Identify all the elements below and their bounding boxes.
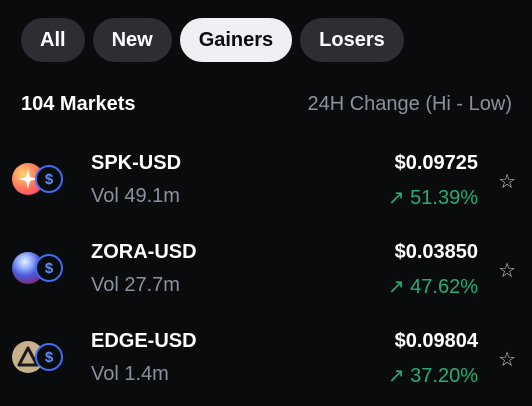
filter-tabs: All New Gainers Losers — [21, 18, 404, 62]
star-icon[interactable]: ☆ — [498, 258, 516, 283]
tab-losers[interactable]: Losers — [300, 18, 404, 62]
sort-selector[interactable]: 24H Change (Hi - Low) — [307, 93, 512, 116]
volume: Vol 49.1m — [91, 185, 180, 207]
market-row-edge[interactable]: $ EDGE-USD Vol 1.4m $0.09804 ↗ 37.20% ☆ — [0, 323, 532, 403]
pair-name: EDGE-USD — [91, 330, 197, 352]
price: $0.09804 — [394, 330, 478, 352]
tab-all[interactable]: All — [21, 18, 85, 62]
pair-icons: $ — [12, 252, 68, 286]
usd-coin-icon: $ — [35, 343, 63, 371]
volume: Vol 1.4m — [91, 363, 169, 385]
usd-coin-icon: $ — [35, 254, 63, 282]
change-value: 37.20% — [410, 365, 478, 387]
market-count: 104 Markets — [21, 93, 136, 115]
market-row-spk[interactable]: $ SPK-USD Vol 49.1m $0.09725 ↗ 51.39% ☆ — [0, 145, 532, 225]
price: $0.09725 — [394, 152, 478, 174]
pair-name: ZORA-USD — [91, 241, 197, 263]
change-value: 47.62% — [410, 276, 478, 298]
change-percent: ↗ 51.39% — [388, 185, 478, 210]
star-icon[interactable]: ☆ — [498, 347, 516, 372]
change-percent: ↗ 47.62% — [388, 274, 478, 299]
change-percent: ↗ 37.20% — [388, 363, 478, 388]
star-icon[interactable]: ☆ — [498, 169, 516, 194]
tab-new[interactable]: New — [92, 18, 172, 62]
pair-name: SPK-USD — [91, 152, 182, 174]
volume: Vol 27.7m — [91, 274, 180, 296]
market-row-zora[interactable]: $ ZORA-USD Vol 27.7m $0.03850 ↗ 47.62% ☆ — [0, 234, 532, 314]
pair-icons: $ — [12, 163, 68, 197]
price: $0.03850 — [394, 241, 478, 263]
tab-gainers[interactable]: Gainers — [179, 18, 293, 62]
usd-coin-icon: $ — [35, 165, 63, 193]
up-arrow-icon: ↗ — [387, 276, 405, 298]
pair-icons: $ — [12, 341, 68, 375]
change-value: 51.39% — [410, 187, 478, 209]
up-arrow-icon: ↗ — [387, 187, 405, 209]
up-arrow-icon: ↗ — [387, 365, 405, 387]
